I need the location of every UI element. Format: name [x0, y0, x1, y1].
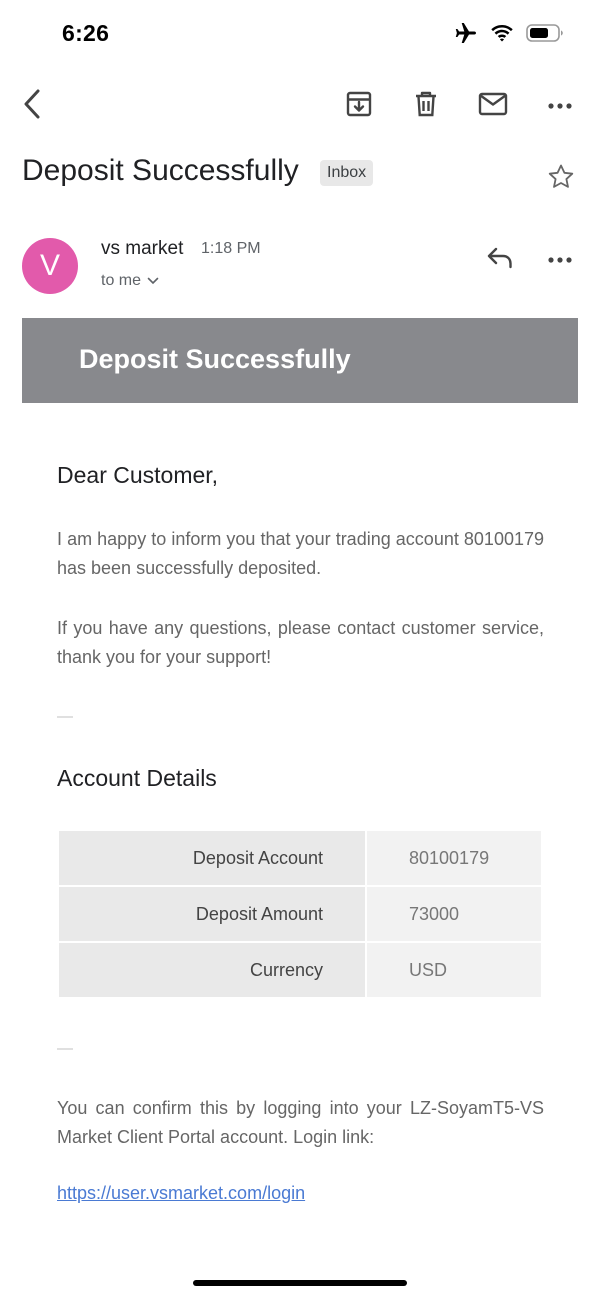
delete-button[interactable] — [404, 84, 448, 128]
reply-button[interactable] — [478, 238, 522, 282]
more-horizontal-icon — [547, 97, 573, 115]
back-button[interactable] — [10, 84, 54, 128]
footer-text: You can confirm this by logging into you… — [57, 1098, 544, 1147]
account-details-table: Deposit Account 80100179 Deposit Amount … — [57, 829, 543, 999]
airplane-icon — [454, 22, 478, 44]
archive-button[interactable] — [337, 84, 381, 128]
star-icon[interactable] — [546, 162, 576, 192]
divider — [57, 1048, 73, 1050]
body-paragraph-2: If you have any questions, please contac… — [57, 618, 544, 667]
login-link[interactable]: https://user.vsmarket.com/login — [57, 1183, 305, 1204]
sender-name[interactable]: vs market — [101, 238, 183, 260]
sender-row: V vs market 1:18 PM to me — [22, 234, 582, 298]
body-paragraph-1: I am happy to inform you that your tradi… — [57, 529, 544, 578]
message-more-button[interactable] — [538, 238, 582, 282]
wifi-icon — [490, 24, 514, 42]
avatar[interactable]: V — [22, 238, 78, 294]
status-icons — [454, 22, 564, 44]
detail-label: Deposit Amount — [59, 887, 365, 941]
more-horizontal-icon — [547, 251, 573, 269]
battery-icon — [526, 23, 564, 43]
account-details-heading: Account Details — [57, 765, 217, 791]
detail-value: 80100179 — [367, 831, 541, 885]
email-subject: Deposit Successfully — [22, 154, 299, 187]
greeting: Dear Customer, — [57, 462, 219, 488]
back-arrow-icon — [20, 88, 44, 125]
banner-title: Deposit Successfully — [79, 344, 351, 374]
chevron-down-icon — [147, 272, 159, 290]
table-row: Currency USD — [59, 943, 541, 997]
divider — [57, 716, 73, 718]
mail-icon — [478, 92, 508, 121]
trash-icon — [413, 90, 439, 123]
home-indicator[interactable] — [193, 1280, 407, 1286]
detail-label: Deposit Account — [59, 831, 365, 885]
recipient-text: to me — [101, 272, 142, 289]
sent-time: 1:18 PM — [201, 240, 261, 257]
detail-value: 73000 — [367, 887, 541, 941]
mark-unread-button[interactable] — [471, 84, 515, 128]
detail-label: Currency — [59, 943, 365, 997]
more-options-button[interactable] — [538, 84, 582, 128]
status-bar: 6:26 — [0, 0, 600, 70]
archive-icon — [345, 90, 373, 123]
table-row: Deposit Account 80100179 — [59, 831, 541, 885]
detail-value: USD — [367, 943, 541, 997]
status-time: 6:26 — [62, 20, 110, 46]
recipient-details-toggle[interactable]: to me — [101, 272, 159, 290]
subject-row: Deposit Successfully Inbox — [22, 152, 582, 196]
inbox-label-chip[interactable]: Inbox — [320, 160, 374, 186]
reply-icon — [486, 247, 514, 274]
table-row: Deposit Amount 73000 — [59, 887, 541, 941]
email-banner: Deposit Successfully — [22, 318, 578, 403]
email-toolbar — [0, 84, 600, 128]
